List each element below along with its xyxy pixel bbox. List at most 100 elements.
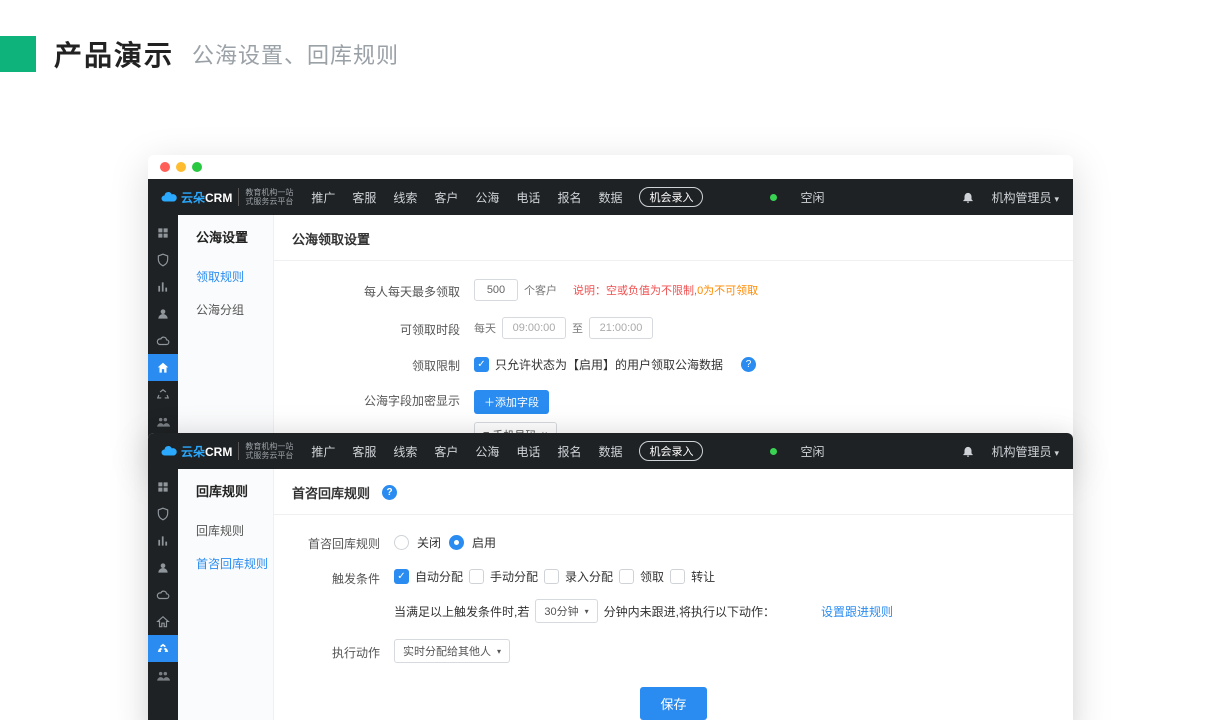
rail-item-recycle[interactable] [148, 381, 178, 408]
max-claim-input[interactable] [474, 279, 518, 301]
chk-entry-assign[interactable] [544, 569, 559, 584]
topnav: 推广 客服 线索 客户 公海 电话 报名 数据 机会录入 空闲 [303, 187, 824, 207]
chk-auto-assign[interactable]: ✓ [394, 569, 409, 584]
subnav-item-groups[interactable]: 公海分组 [178, 293, 273, 326]
logo: 云朵CRM 教育机构一站式服务云平台 [148, 433, 303, 469]
to-label: 至 [572, 320, 583, 336]
side-rail [148, 215, 178, 464]
add-field-button[interactable]: ＋添加字段 [474, 390, 549, 414]
rail-item-user[interactable] [148, 554, 178, 581]
prefix-every-day: 每天 [474, 320, 496, 336]
status-label: 空闲 [800, 189, 824, 206]
opt-label: 领取 [640, 568, 664, 585]
unit-label: 个客户 [524, 282, 557, 298]
user-menu[interactable]: 机构管理员▾ [991, 189, 1059, 206]
label-action: 执行动作 [274, 642, 394, 661]
hint-text: 说明：空或负值为不限制,0为不可领取 [573, 282, 758, 298]
help-icon[interactable]: ? [382, 485, 397, 500]
help-icon[interactable]: ? [741, 357, 756, 372]
chk-claim[interactable] [619, 569, 634, 584]
radio-off-label: 关闭 [417, 534, 441, 551]
topnav: 推广 客服 线索 客户 公海 电话 报名 数据 机会录入 空闲 [303, 441, 824, 461]
logo: 云朵CRM 教育机构一站式服务云平台 [148, 179, 303, 215]
status-dot-icon [770, 448, 777, 455]
rail-item-user[interactable] [148, 300, 178, 327]
rail-item-shield[interactable] [148, 246, 178, 273]
topnav-item[interactable]: 客户 [434, 189, 458, 206]
rail-item-cloud[interactable] [148, 581, 178, 608]
bell-icon[interactable] [961, 190, 975, 204]
topnav-item[interactable]: 数据 [598, 443, 622, 460]
opportunity-pill[interactable]: 机会录入 [639, 187, 703, 207]
rail-item-dashboard[interactable] [148, 473, 178, 500]
content-title: 首咨回库规则 [292, 483, 370, 502]
rail-item-dashboard[interactable] [148, 219, 178, 246]
label-trigger: 触发条件 [274, 568, 394, 587]
opt-label: 自动分配 [415, 568, 463, 585]
side-rail [148, 469, 178, 720]
window-return-rules: 云朵CRM 教育机构一站式服务云平台 推广 客服 线索 客户 公海 电话 报名 … [148, 433, 1073, 720]
time-to-input[interactable] [589, 317, 653, 339]
topnav-item[interactable]: 公海 [475, 189, 499, 206]
topnav-item[interactable]: 报名 [557, 189, 581, 206]
set-follow-rule-link[interactable]: 设置跟进规则 [821, 603, 893, 620]
topnav-item[interactable]: 线索 [393, 443, 417, 460]
status-dot-icon [770, 194, 777, 201]
duration-select[interactable]: 30分钟▾ [535, 599, 597, 623]
subnav-item-claim-rules[interactable]: 领取规则 [178, 260, 273, 293]
save-button[interactable]: 保存 [640, 687, 706, 720]
slide-title: 产品演示 [54, 34, 174, 74]
subnav-title: 公海设置 [178, 227, 273, 260]
window-minimize-dot[interactable] [176, 162, 186, 172]
chk-manual-assign[interactable] [469, 569, 484, 584]
topnav-item[interactable]: 数据 [598, 189, 622, 206]
mac-titlebar [148, 155, 1073, 179]
time-from-input[interactable] [502, 317, 566, 339]
rail-item-team[interactable] [148, 408, 178, 435]
opportunity-pill[interactable]: 机会录入 [639, 441, 703, 461]
topnav-item[interactable]: 客服 [352, 443, 376, 460]
topnav-item[interactable]: 电话 [516, 443, 540, 460]
radio-on[interactable] [449, 535, 464, 550]
radio-off[interactable] [394, 535, 409, 550]
opt-label: 手动分配 [490, 568, 538, 585]
cloud-icon [160, 442, 178, 460]
slide-subtitle: 公海设置、回库规则 [192, 38, 399, 70]
rail-item-cloud[interactable] [148, 327, 178, 354]
topnav-item[interactable]: 线索 [393, 189, 417, 206]
rail-item-stats[interactable] [148, 273, 178, 300]
label-rule-toggle: 首咨回库规则 [274, 533, 394, 552]
action-select[interactable]: 实时分配给其他人▾ [394, 639, 510, 663]
accent-block [0, 36, 36, 72]
topnav-item[interactable]: 电话 [516, 189, 540, 206]
claim-limit-text: 只允许状态为【启用】的用户领取公海数据 [495, 356, 723, 373]
content-title: 公海领取设置 [274, 215, 1073, 261]
chevron-down-icon: ▾ [1054, 448, 1059, 458]
subnav-item-return-rules[interactable]: 回库规则 [178, 514, 273, 547]
subnav: 公海设置 领取规则 公海分组 [178, 215, 274, 464]
topnav-item[interactable]: 报名 [557, 443, 581, 460]
subnav-item-first-consult-rules[interactable]: 首咨回库规则 [178, 547, 273, 580]
rail-item-shield[interactable] [148, 500, 178, 527]
topnav-item[interactable]: 推广 [311, 189, 335, 206]
opt-label: 转让 [691, 568, 715, 585]
chk-transfer[interactable] [670, 569, 685, 584]
window-close-dot[interactable] [160, 162, 170, 172]
claim-limit-checkbox[interactable]: ✓ [474, 357, 489, 372]
topnav-item[interactable]: 公海 [475, 443, 499, 460]
rail-item-home[interactable] [148, 608, 178, 635]
rail-item-recycle[interactable] [148, 635, 178, 662]
cloud-icon [160, 188, 178, 206]
rail-item-team[interactable] [148, 662, 178, 689]
topnav-item[interactable]: 推广 [311, 443, 335, 460]
window-zoom-dot[interactable] [192, 162, 202, 172]
topnav-item[interactable]: 客户 [434, 443, 458, 460]
bell-icon[interactable] [961, 444, 975, 458]
rail-item-home[interactable] [148, 354, 178, 381]
chevron-down-icon: ▾ [585, 607, 589, 616]
rail-item-stats[interactable] [148, 527, 178, 554]
user-menu[interactable]: 机构管理员▾ [991, 443, 1059, 460]
opt-label: 录入分配 [565, 568, 613, 585]
topnav-item[interactable]: 客服 [352, 189, 376, 206]
subnav-title: 回库规则 [178, 481, 273, 514]
